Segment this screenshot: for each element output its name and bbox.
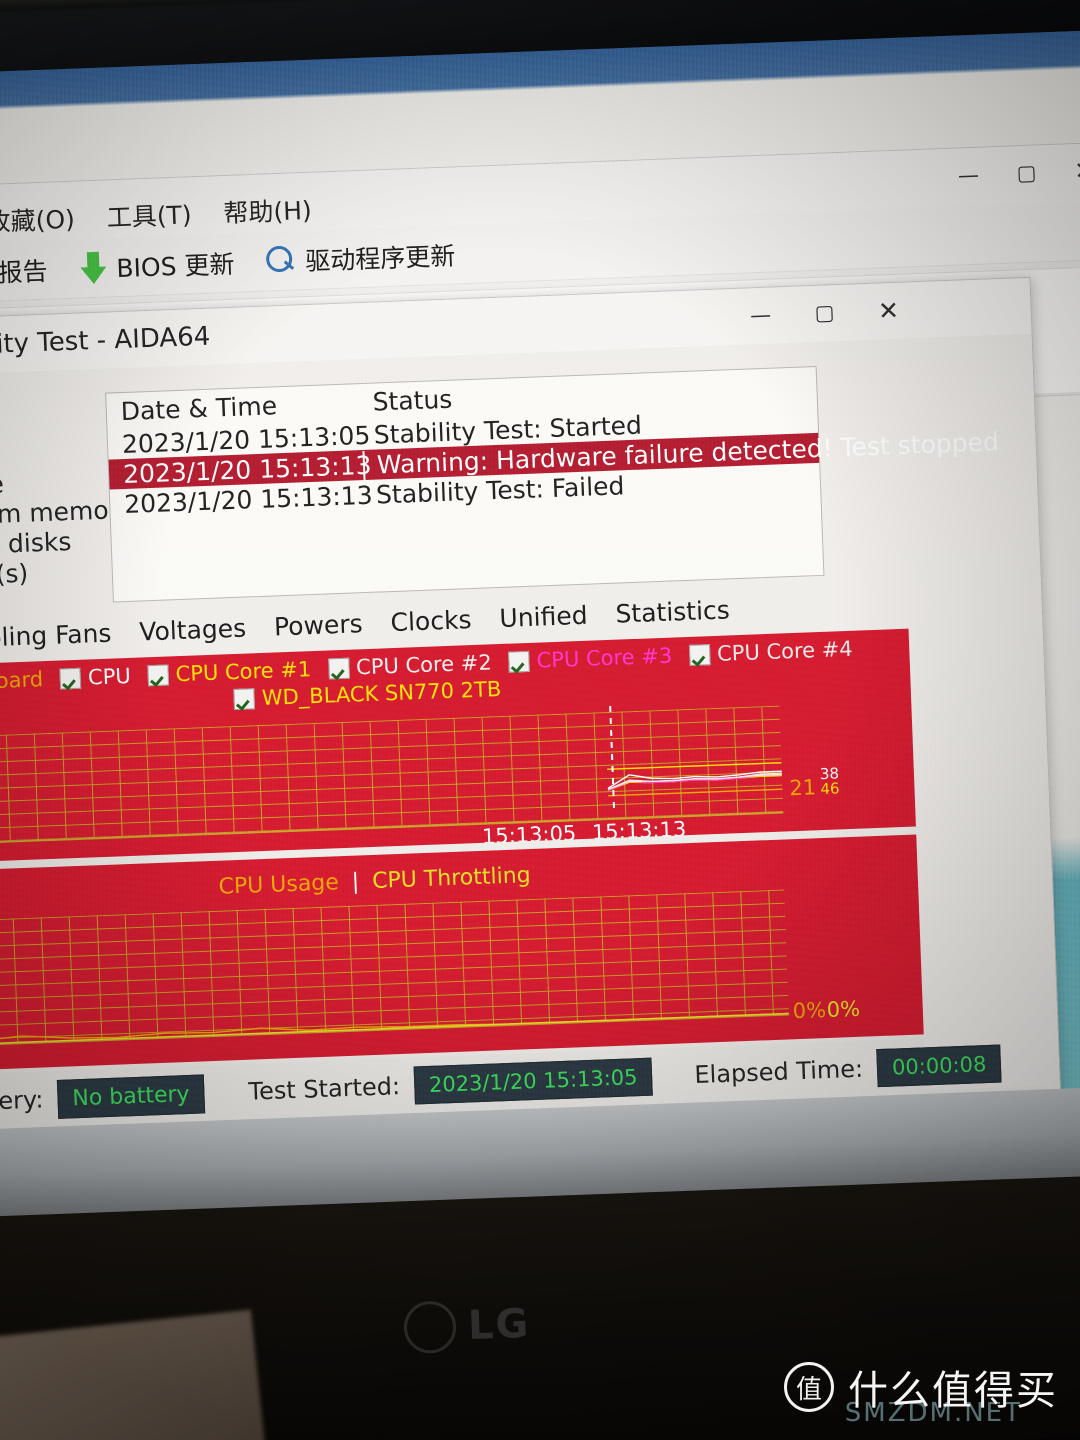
tab-powers[interactable]: Powers bbox=[260, 609, 378, 642]
series-line bbox=[0, 1012, 789, 1045]
lg-text: LG bbox=[467, 1300, 532, 1349]
close-button[interactable]: ✕ bbox=[856, 286, 922, 334]
legend-item-cpu-core-1[interactable]: CPU Core #1 bbox=[147, 657, 312, 687]
minimize-button[interactable]: — bbox=[728, 291, 794, 339]
series-line bbox=[0, 1012, 789, 1049]
maximize-button[interactable]: ▢ bbox=[792, 288, 858, 336]
test-started-label: Test Started: bbox=[247, 1072, 401, 1106]
stability-test-window: tability Test - AIDA64 — ▢ ✕ ss CPU ess … bbox=[0, 276, 1061, 1134]
bios-update-button[interactable]: BIOS 更新 bbox=[63, 244, 251, 287]
tab-statistics[interactable]: Statistics bbox=[601, 595, 744, 629]
menu-item-favorites[interactable]: 收藏(O) bbox=[0, 199, 91, 240]
usage-title-part-usage: CPU Usage bbox=[218, 870, 340, 900]
battery-value: No battery bbox=[56, 1073, 206, 1119]
legend-label: CPU Core #1 bbox=[175, 657, 312, 687]
legend-item-cpu[interactable]: CPU bbox=[59, 663, 132, 691]
cpu-usage-plot-area bbox=[0, 889, 789, 1050]
bios-update-label: BIOS 更新 bbox=[115, 249, 235, 284]
value-label-motherboard: 21 bbox=[788, 775, 817, 801]
legend-label: CPU Core #4 bbox=[716, 636, 854, 666]
lg-mark-icon bbox=[403, 1300, 457, 1355]
checkbox-icon[interactable] bbox=[688, 643, 711, 666]
driver-update-button[interactable]: 驱动程序更新 bbox=[250, 236, 472, 280]
stability-log-table[interactable]: Date & Time Status 2023/1/20 15:13:05 St… bbox=[105, 365, 999, 603]
watermark-text: 什么值得买 bbox=[848, 1368, 1058, 1414]
monitor-screen: (M) 收藏(O) 工具(T) 帮助(H) — ▢ ✕ 报告 bbox=[0, 27, 1080, 1134]
elapsed-time-value: 00:00:08 bbox=[876, 1044, 1003, 1088]
maximize-button[interactable]: ▢ bbox=[997, 151, 1057, 195]
report-label: 报告 bbox=[0, 256, 49, 288]
legend-label: CPU Core #2 bbox=[355, 650, 493, 680]
download-arrow-icon bbox=[79, 251, 108, 284]
cpu-usage-graph[interactable]: CPU Usage | CPU Throttling 00% 0% 0% 0% bbox=[0, 834, 924, 1076]
series-line bbox=[607, 774, 782, 792]
usage-title-part-throttling: CPU Throttling bbox=[371, 863, 532, 894]
photo-of-monitor: (M) 收藏(O) 工具(T) 帮助(H) — ▢ ✕ 报告 bbox=[0, 0, 1080, 1440]
series-line bbox=[607, 762, 782, 770]
checkbox-icon[interactable] bbox=[147, 663, 170, 686]
value-label-cpu-throttling: 0% bbox=[826, 996, 861, 1023]
checkbox-icon[interactable] bbox=[327, 657, 350, 679]
legend-item-motherboard[interactable]: Motherboard bbox=[0, 667, 44, 697]
tab-unified[interactable]: Unified bbox=[485, 600, 602, 633]
checkbox-icon[interactable] bbox=[59, 667, 82, 690]
close-button[interactable]: ✕ bbox=[1055, 149, 1080, 193]
stability-body: ss CPU ess FPU ess cache ess system memo… bbox=[0, 333, 1060, 1134]
tab-clocks[interactable]: Clocks bbox=[376, 605, 486, 638]
legend-label: CPU bbox=[87, 663, 132, 690]
battery-label: maining Battery: bbox=[0, 1085, 44, 1120]
window-title: tability Test - AIDA64 bbox=[0, 321, 211, 362]
tab-voltages[interactable]: Voltages bbox=[125, 613, 261, 647]
tab-cooling-fans[interactable]: Cooling Fans bbox=[0, 618, 126, 654]
value-label-cpu-usage: 0% bbox=[792, 998, 827, 1024]
driver-update-label: 驱动程序更新 bbox=[304, 241, 456, 277]
legend-item-cpu-core-2[interactable]: CPU Core #2 bbox=[327, 650, 493, 680]
stress-option-label: ress GPU(s) bbox=[0, 558, 29, 592]
menu-item-tools[interactable]: 工具(T) bbox=[90, 195, 208, 235]
magnifier-icon bbox=[266, 245, 297, 276]
menu-item-help[interactable]: 帮助(H) bbox=[207, 190, 329, 230]
cpu-usage-lines bbox=[0, 1012, 789, 1049]
elapsed-time-label: Elapsed Time: bbox=[693, 1054, 864, 1090]
legend-item-cpu-core-4[interactable]: CPU Core #4 bbox=[688, 636, 854, 667]
column-header-datetime: Date & Time bbox=[120, 390, 278, 426]
legend-label: CPU Core #3 bbox=[536, 643, 673, 673]
value-label-ssd: 46 bbox=[820, 779, 840, 799]
main-window-controls: — ▢ ✕ bbox=[939, 149, 1080, 197]
series-line bbox=[608, 788, 783, 797]
report-button[interactable]: 报告 bbox=[0, 251, 64, 292]
watermark: 值 什么值得买 bbox=[784, 1358, 1058, 1416]
lg-logo: LG bbox=[403, 1298, 532, 1355]
checkbox-icon[interactable] bbox=[508, 650, 531, 673]
legend-item-cpu-core-3[interactable]: CPU Core #3 bbox=[508, 643, 673, 674]
legend-label: WD_BLACK SN770 2TB bbox=[261, 677, 502, 710]
minimize-button[interactable]: — bbox=[939, 153, 999, 197]
usage-title-separator: | bbox=[351, 869, 360, 895]
checkbox-icon[interactable] bbox=[233, 687, 256, 710]
watermark-badge: 值 bbox=[784, 1362, 834, 1412]
test-started-value: 2023/1/20 15:13:05 bbox=[413, 1057, 654, 1105]
stability-window-controls: — ▢ ✕ bbox=[728, 286, 922, 339]
legend-label: Motherboard bbox=[0, 667, 44, 697]
stress-option-label: ess cache bbox=[0, 469, 5, 503]
